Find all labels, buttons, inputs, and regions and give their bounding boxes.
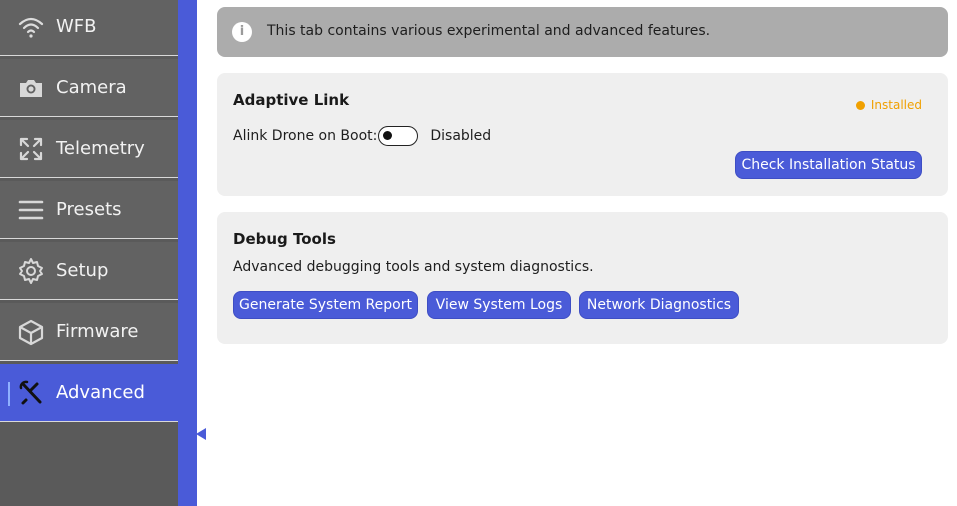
- generate-system-report-button[interactable]: Generate System Report: [233, 291, 418, 319]
- wrench-screwdriver-icon: [16, 378, 46, 408]
- sidebar-item-telemetry[interactable]: Telemetry: [0, 120, 178, 178]
- wifi-icon: [16, 12, 46, 42]
- info-icon: i: [232, 22, 252, 42]
- sidebar-item-label: WFB: [56, 16, 97, 37]
- view-system-logs-button[interactable]: View System Logs: [427, 291, 571, 319]
- network-diagnostics-button[interactable]: Network Diagnostics: [579, 291, 739, 319]
- camera-icon: [16, 73, 46, 103]
- sidebar: WFB Camera Telemetry Presets Setup Firmw…: [0, 0, 178, 506]
- card-title: Debug Tools: [233, 230, 336, 248]
- card-description: Advanced debugging tools and system diag…: [233, 259, 594, 275]
- sidebar-item-wfb[interactable]: WFB: [0, 0, 178, 56]
- sidebar-item-presets[interactable]: Presets: [0, 181, 178, 239]
- status-badge: Installed: [855, 98, 922, 112]
- sidebar-item-label: Telemetry: [56, 138, 145, 159]
- status-dot-icon: [855, 100, 865, 110]
- toggle-knob: [383, 131, 393, 140]
- gear-icon: [16, 256, 46, 286]
- sidebar-item-advanced[interactable]: Advanced: [0, 364, 178, 422]
- check-installation-button[interactable]: Check Installation Status: [735, 151, 922, 179]
- adaptive-link-card: Adaptive Link Installed Alink Drone on B…: [217, 73, 948, 196]
- expand-arrows-icon: [16, 134, 46, 164]
- box-icon: [16, 317, 46, 347]
- debug-tools-card: Debug Tools Advanced debugging tools and…: [217, 212, 948, 344]
- sidebar-item-firmware[interactable]: Firmware: [0, 303, 178, 361]
- alink-toggle-row: Alink Drone on Boot: Disabled: [233, 126, 491, 146]
- status-text: Installed: [870, 98, 922, 112]
- active-indicator: [8, 382, 10, 406]
- sidebar-item-camera[interactable]: Camera: [0, 59, 178, 117]
- sidebar-item-label: Firmware: [56, 321, 139, 342]
- sidebar-item-label: Advanced: [56, 382, 145, 403]
- sidebar-item-label: Camera: [56, 77, 127, 98]
- sidebar-item-label: Presets: [56, 199, 122, 220]
- toggle-state: Disabled: [430, 128, 492, 144]
- sidebar-item-setup[interactable]: Setup: [0, 242, 178, 300]
- alink-boot-toggle[interactable]: [378, 126, 419, 146]
- info-text: This tab contains various experimental a…: [267, 23, 711, 39]
- info-banner: i This tab contains various experimental…: [217, 7, 948, 57]
- toggle-label: Alink Drone on Boot:: [233, 128, 378, 144]
- sidebar-rail: [178, 0, 197, 506]
- sidebar-item-label: Setup: [56, 260, 109, 281]
- card-title: Adaptive Link: [233, 91, 350, 109]
- collapse-arrow-icon[interactable]: [196, 428, 206, 440]
- menu-lines-icon: [16, 195, 46, 225]
